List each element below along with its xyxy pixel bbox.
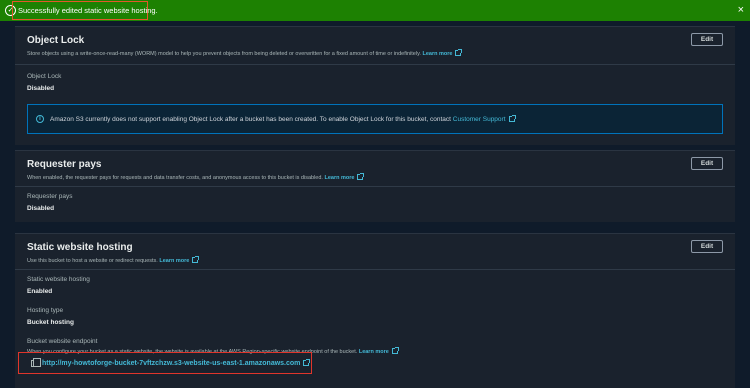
hosting-type-field: Hosting type Bucket hosting bbox=[15, 295, 735, 326]
object-lock-edit-button[interactable]: Edit bbox=[691, 33, 723, 46]
endpoint-learn-more-link[interactable]: Learn more bbox=[359, 349, 389, 355]
static-hosting-edit-button[interactable]: Edit bbox=[691, 240, 723, 253]
requester-pays-field-label: Requester pays bbox=[27, 193, 73, 200]
static-hosting-status-field: Static website hosting Enabled bbox=[15, 270, 735, 295]
static-hosting-learn-more-link[interactable]: Learn more bbox=[159, 258, 189, 264]
copy-icon[interactable] bbox=[31, 357, 41, 367]
requester-pays-description: When enabled, the requester pays for req… bbox=[27, 173, 723, 181]
flash-highlight-box: Successfully edited static website hosti… bbox=[12, 1, 158, 20]
object-lock-field-value: Disabled bbox=[27, 85, 55, 92]
external-link-icon bbox=[508, 115, 516, 122]
requester-pays-field: Requester pays Disabled bbox=[15, 187, 735, 212]
object-lock-learn-more-link[interactable]: Learn more bbox=[422, 51, 452, 57]
requester-pays-title: Requester pays bbox=[27, 159, 102, 170]
object-lock-info-alert: i Amazon S3 currently does not support e… bbox=[27, 104, 723, 134]
requester-pays-header: Requester pays When enabled, the request… bbox=[15, 151, 735, 186]
info-alert-text: Amazon S3 currently does not support ena… bbox=[50, 115, 451, 123]
endpoint-url-highlight-box: http://my-howtoforge-bucket-7vftzchzw.s3… bbox=[18, 352, 312, 374]
requester-pays-field-value: Disabled bbox=[27, 205, 55, 212]
endpoint-label: Bucket website endpoint bbox=[27, 338, 98, 345]
endpoint-field: Bucket website endpoint When you configu… bbox=[15, 326, 735, 355]
object-lock-description: Store objects using a write-once-read-ma… bbox=[27, 49, 723, 57]
hosting-type-label: Hosting type bbox=[27, 307, 64, 314]
requester-pays-edit-button[interactable]: Edit bbox=[691, 157, 723, 170]
external-link-icon bbox=[391, 347, 399, 354]
info-icon: i bbox=[36, 115, 44, 123]
static-hosting-description: Use this bucket to host a website or red… bbox=[27, 256, 723, 264]
success-flash-bar: ✓ Successfully edited static website hos… bbox=[0, 0, 750, 21]
object-lock-title: Object Lock bbox=[27, 35, 85, 46]
object-lock-header: Object Lock Store objects using a write-… bbox=[15, 27, 735, 64]
requester-pays-panel: Requester pays When enabled, the request… bbox=[15, 150, 735, 222]
external-link-icon bbox=[303, 359, 311, 366]
flash-message: Successfully edited static website hosti… bbox=[18, 6, 158, 15]
close-icon[interactable]: × bbox=[738, 3, 744, 17]
object-lock-field: Object Lock Disabled bbox=[15, 65, 735, 92]
customer-support-link[interactable]: Customer Support bbox=[453, 116, 506, 123]
external-link-icon bbox=[455, 49, 463, 56]
static-hosting-status-label: Static website hosting bbox=[27, 276, 90, 283]
static-hosting-title: Static website hosting bbox=[27, 242, 133, 253]
bucket-website-endpoint-link[interactable]: http://my-howtoforge-bucket-7vftzchzw.s3… bbox=[42, 360, 300, 367]
static-hosting-header: Static website hosting Use this bucket t… bbox=[15, 234, 735, 269]
requester-pays-learn-more-link[interactable]: Learn more bbox=[324, 175, 354, 181]
object-lock-panel: Object Lock Store objects using a write-… bbox=[15, 26, 735, 145]
external-link-icon bbox=[357, 173, 365, 180]
external-link-icon bbox=[192, 256, 200, 263]
object-lock-field-label: Object Lock bbox=[27, 73, 62, 80]
hosting-type-value: Bucket hosting bbox=[27, 319, 74, 326]
static-hosting-status-value: Enabled bbox=[27, 288, 53, 295]
